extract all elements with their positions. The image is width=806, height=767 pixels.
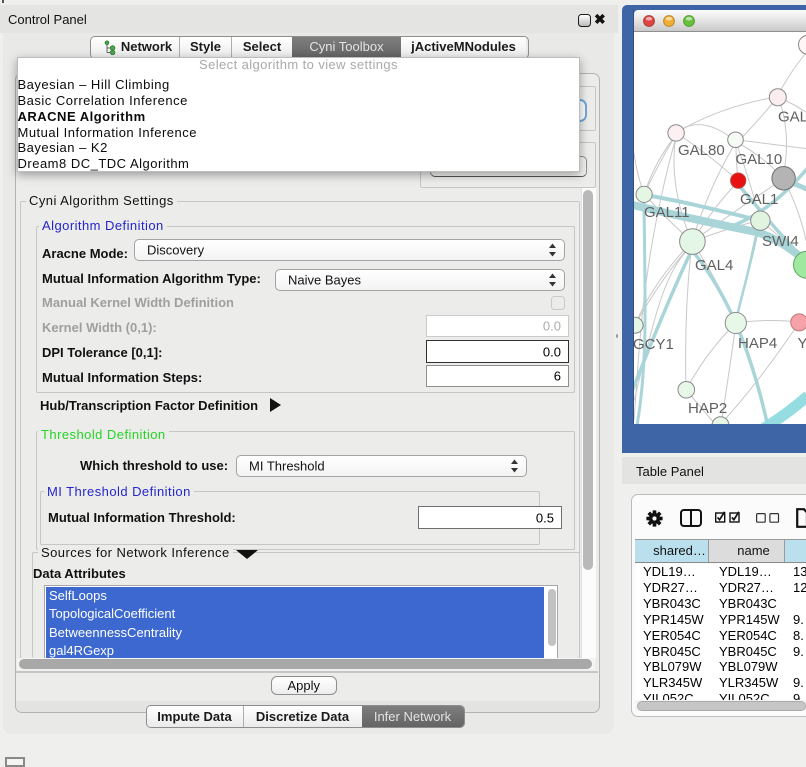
svg-text:GAL80: GAL80: [678, 141, 725, 158]
svg-text:GAL10: GAL10: [736, 150, 783, 167]
svg-text:Y: Y: [798, 334, 806, 351]
svg-text:GAL1: GAL1: [740, 190, 778, 207]
svg-text:SWI4: SWI4: [762, 232, 799, 249]
svg-text:GCY1: GCY1: [634, 335, 674, 352]
svg-text:HAP4: HAP4: [738, 334, 777, 351]
svg-text:GAL4: GAL4: [695, 256, 733, 273]
svg-text:GAL11: GAL11: [644, 203, 690, 220]
svg-text:HAP2: HAP2: [688, 399, 727, 416]
svg-text:GAL2: GAL2: [778, 108, 806, 125]
